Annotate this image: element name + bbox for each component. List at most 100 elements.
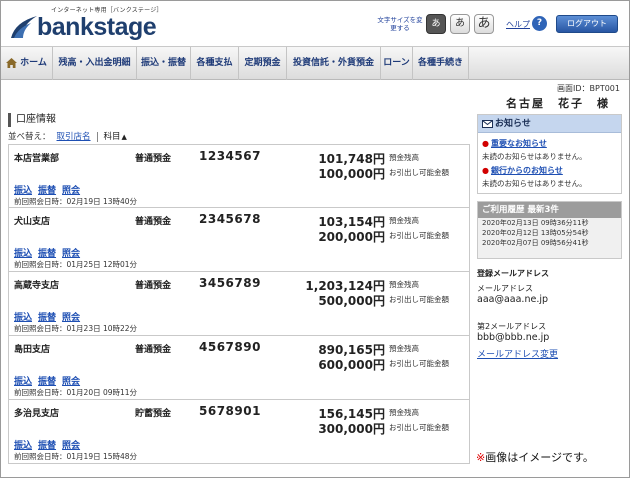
sort-label: 並べ替え： — [8, 132, 51, 142]
nav-home-label: ホーム — [20, 58, 47, 68]
image-note-text: 画像はイメージです。 — [485, 451, 594, 464]
home-icon — [6, 57, 18, 68]
account-list: 本店営業部 普通預金 1234567 101,748円 預金残高 100,000円 お引出し… — [8, 144, 470, 464]
account-type: 貯蓄預金 — [135, 409, 172, 419]
font-size-small-button[interactable]: あ — [426, 14, 446, 34]
important-notice-link[interactable]: ● 重要なお知らせ — [482, 138, 547, 149]
balance-label: 預金残高 — [389, 216, 419, 225]
nav-home[interactable]: ホーム — [1, 47, 53, 80]
second-email-value: bbb@bbb.ne.jp — [477, 332, 550, 343]
last-inquiry: 前回照会日時：01月23日 10時22分 — [14, 324, 138, 333]
account-number: 2345678 — [199, 212, 261, 226]
inquiry-link[interactable]: 照会 — [62, 313, 80, 323]
move-link[interactable]: 振替 — [38, 249, 56, 259]
account-number: 1234567 — [199, 149, 261, 163]
email-change-link[interactable]: メールアドレス変更 — [477, 347, 558, 360]
account-branch: 犬山支店 — [14, 217, 51, 227]
nav-transfer[interactable]: 振込・振替 — [137, 47, 191, 80]
account-row: 本店営業部 普通預金 1234567 101,748円 預金残高 100,000円 お引出し… — [8, 144, 470, 208]
sort-by-subject[interactable]: 科目 — [104, 132, 121, 142]
nav-invest[interactable]: 投資信託・外貨預金 — [287, 47, 381, 80]
transfer-link[interactable]: 振込 — [14, 441, 32, 451]
inquiry-link[interactable]: 照会 — [62, 249, 80, 259]
account-branch: 本店営業部 — [14, 154, 60, 164]
account-available: 200,000円 — [318, 230, 385, 244]
account-row: 高蔵寺支店 普通預金 3456789 1,203,124円 預金残高 500,000円 お引… — [8, 272, 470, 336]
account-actions: 振込 振替 照会 — [14, 374, 86, 387]
help-icon[interactable]: ? — [532, 16, 547, 31]
account-type: 普通預金 — [135, 154, 172, 164]
account-available: 300,000円 — [318, 422, 385, 436]
nav-loan[interactable]: ローン — [381, 47, 413, 80]
sort-by-branch-link[interactable]: 取引店名 — [57, 132, 91, 142]
nav-procedures[interactable]: 各種手続き — [413, 47, 469, 80]
account-number: 5678901 — [199, 404, 261, 418]
balance-label: 預金残高 — [389, 280, 419, 289]
sort-ascending-icon: ▲ — [121, 133, 127, 141]
email-value: aaa@aaa.ne.jp — [477, 294, 549, 305]
user-name: 名古屋 花子 様 — [506, 97, 610, 110]
usage-history-title: ご利用履歴 最新3件 — [478, 202, 621, 218]
move-link[interactable]: 振替 — [38, 186, 56, 196]
important-notice-text: 未読のお知らせはありません。 — [482, 152, 587, 161]
account-type: 普通預金 — [135, 345, 172, 355]
section-title: 口座情報 — [8, 113, 56, 127]
transfer-link[interactable]: 振込 — [14, 186, 32, 196]
font-size-label: 文字サイズを変更する — [377, 16, 423, 32]
logout-button[interactable]: ログアウト — [556, 15, 618, 33]
header: インターネット専用［バンクステージ］ bankstage 文字サイズを変更する … — [1, 1, 629, 46]
account-available: 100,000円 — [318, 167, 385, 181]
red-bullet-icon: ● — [482, 139, 489, 148]
logo-text[interactable]: bankstage — [37, 13, 157, 42]
account-branch: 島田支店 — [14, 345, 51, 355]
second-email-label: 第2メールアドレス — [477, 322, 547, 331]
account-row: 多治見支店 貯蓄預金 5678901 156,145円 預金残高 300,000円 お引出し… — [8, 400, 470, 464]
inquiry-link[interactable]: 照会 — [62, 377, 80, 387]
sort-divider — [96, 131, 98, 142]
account-actions: 振込 振替 照会 — [14, 246, 86, 259]
image-note: ※画像はイメージです。 — [476, 449, 594, 465]
important-notice-label: 重要なお知らせ — [490, 139, 547, 148]
bank-notice-link[interactable]: ● 銀行からのお知らせ — [482, 165, 563, 176]
move-link[interactable]: 振替 — [38, 441, 56, 451]
available-label: お引出し可能金額 — [389, 168, 449, 177]
sort-bar: 並べ替え： 取引店名 科目▲ — [8, 130, 127, 142]
account-number: 3456789 — [199, 276, 261, 290]
last-inquiry: 前回照会日時：02月19日 13時40分 — [14, 197, 138, 206]
help-link[interactable]: ヘルプ — [506, 19, 530, 30]
last-inquiry: 前回照会日時：01月25日 12時01分 — [14, 260, 138, 269]
main-nav: ホーム 残高・入出金明細 振込・振替 各種支払 定期預金 投資信託・外貨預金 ロ… — [1, 46, 629, 80]
transfer-link[interactable]: 振込 — [14, 313, 32, 323]
bank-notice-label: 銀行からのお知らせ — [490, 166, 563, 175]
account-available: 600,000円 — [318, 358, 385, 372]
history-entry: 2020年02月13日 09時36分11秒 — [482, 219, 589, 227]
font-size-medium-button[interactable]: あ — [450, 14, 470, 34]
font-size-large-button[interactable]: あ — [474, 14, 494, 34]
account-actions: 振込 振替 照会 — [14, 183, 86, 196]
inquiry-link[interactable]: 照会 — [62, 441, 80, 451]
email-label: メールアドレス — [477, 284, 533, 293]
last-inquiry: 前回照会日時：01月20日 09時11分 — [14, 388, 138, 397]
transfer-link[interactable]: 振込 — [14, 377, 32, 387]
account-row: 島田支店 普通預金 4567890 890,165円 預金残高 600,000円 お引出し可… — [8, 336, 470, 400]
inquiry-link[interactable]: 照会 — [62, 186, 80, 196]
nav-balance[interactable]: 残高・入出金明細 — [53, 47, 137, 80]
move-link[interactable]: 振替 — [38, 313, 56, 323]
email-heading: 登録メールアドレス — [477, 269, 549, 278]
screen-id: 画面ID：BPT001 — [557, 84, 620, 93]
account-actions: 振込 振替 照会 — [14, 438, 86, 451]
move-link[interactable]: 振替 — [38, 377, 56, 387]
balance-label: 預金残高 — [389, 344, 419, 353]
available-label: お引出し可能金額 — [389, 295, 449, 304]
available-label: お引出し可能金額 — [389, 231, 449, 240]
red-bullet-icon: ● — [482, 166, 489, 175]
nav-deposit[interactable]: 定期預金 — [239, 47, 287, 80]
balance-label: 預金残高 — [389, 408, 419, 417]
nav-payment[interactable]: 各種支払 — [191, 47, 239, 80]
account-branch: 高蔵寺支店 — [14, 281, 60, 291]
notice-box: お知らせ ● 重要なお知らせ 未読のお知らせはありません。 ● 銀行からのお知らせ … — [477, 114, 622, 194]
account-type: 普通預金 — [135, 281, 172, 291]
mail-icon — [482, 119, 493, 128]
account-available: 500,000円 — [318, 294, 385, 308]
transfer-link[interactable]: 振込 — [14, 249, 32, 259]
